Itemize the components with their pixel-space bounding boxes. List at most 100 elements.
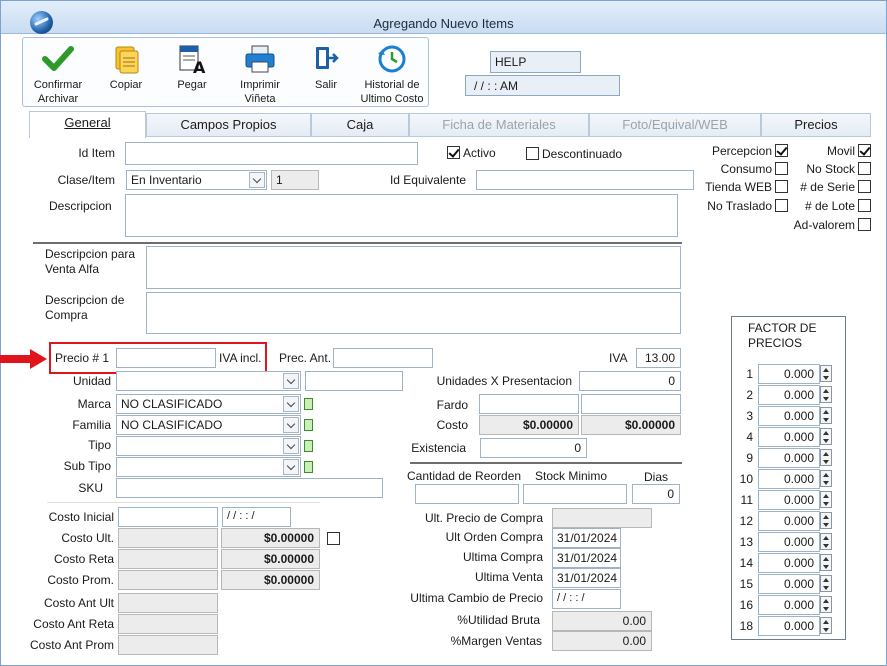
datetime-field[interactable]: / / : : AM — [465, 75, 620, 96]
spinner-arrows-icon[interactable] — [820, 449, 832, 466]
ult-orden-compra-input[interactable]: 31/01/2024 — [552, 528, 621, 548]
factor-row-input[interactable]: 0.000 — [758, 427, 820, 447]
id-equivalente-label: Id Equivalente — [389, 173, 466, 187]
iva-input[interactable]: 13.00 — [636, 348, 681, 368]
history-label: Historial de Ultimo Costo — [360, 79, 424, 105]
costo-ult-checkbox[interactable] — [327, 532, 340, 545]
factor-row-input[interactable]: 0.000 — [758, 406, 820, 426]
copy-button[interactable]: Copiar — [101, 38, 151, 106]
descontinuado-checkbox[interactable] — [526, 147, 539, 160]
factor-row-input[interactable]: 0.000 — [758, 364, 820, 384]
tienda-web-checkbox[interactable] — [775, 180, 788, 193]
chevron-down-icon[interactable] — [283, 417, 299, 433]
sku-input[interactable] — [116, 478, 383, 498]
unidad-select[interactable] — [116, 371, 301, 391]
tab-ficha-materiales[interactable]: Ficha de Materiales — [409, 113, 589, 137]
existencia-input[interactable]: 0 — [480, 438, 587, 458]
desc-venta-textarea[interactable] — [146, 246, 681, 289]
subtipo-add-icon[interactable] — [304, 461, 313, 473]
fardo-input-1[interactable] — [479, 394, 579, 414]
no-traslado-checkbox[interactable] — [775, 199, 788, 212]
chevron-down-icon[interactable] — [283, 438, 299, 454]
dias-input[interactable]: 0 — [632, 484, 680, 504]
tab-caja[interactable]: Caja — [311, 113, 409, 137]
percepcion-checkbox[interactable] — [775, 144, 788, 157]
subtipo-select[interactable] — [116, 457, 301, 477]
desc-compra-textarea[interactable] — [146, 292, 681, 334]
fardo-label: Fardo — [436, 398, 468, 412]
costo-ult-input — [118, 528, 218, 548]
spinner-arrows-icon[interactable] — [820, 512, 832, 529]
movil-checkbox[interactable] — [858, 144, 871, 157]
chevron-down-icon[interactable] — [283, 396, 299, 412]
paste-button[interactable]: A Pegar — [167, 38, 217, 106]
factor-row-input[interactable]: 0.000 — [758, 469, 820, 489]
stock-minimo-input[interactable] — [523, 484, 627, 504]
familia-add-icon[interactable] — [304, 419, 313, 431]
num-lote-checkbox[interactable] — [858, 199, 871, 212]
marca-add-icon[interactable] — [304, 398, 313, 410]
no-stock-checkbox[interactable] — [858, 162, 871, 175]
num-serie-checkbox[interactable] — [858, 180, 871, 193]
descripcion-textarea[interactable] — [125, 194, 678, 237]
ultima-compra-input[interactable]: 31/01/2024 — [552, 548, 621, 568]
tab-foto-equival-web[interactable]: Foto/Equival/WEB — [589, 113, 761, 137]
ultima-venta-input[interactable]: 31/01/2024 — [552, 568, 621, 588]
history-icon — [376, 44, 408, 74]
spinner-arrows-icon[interactable] — [820, 596, 832, 613]
costo-ant-prom-input — [118, 635, 218, 655]
cant-reorden-input[interactable] — [415, 484, 519, 504]
help-field[interactable]: HELP — [490, 51, 581, 73]
spinner-arrows-icon[interactable] — [820, 575, 832, 592]
activo-checkbox[interactable] — [447, 146, 460, 159]
tab-general[interactable]: General — [29, 111, 146, 138]
factor-row-input[interactable]: 0.000 — [758, 616, 820, 636]
spinner-arrows-icon[interactable] — [820, 386, 832, 403]
chevron-down-icon[interactable] — [283, 373, 299, 389]
spinner-arrows-icon[interactable] — [820, 407, 832, 424]
factor-row-input[interactable]: 0.000 — [758, 448, 820, 468]
factor-row-input[interactable]: 0.000 — [758, 553, 820, 573]
sku-label: SKU — [78, 481, 103, 495]
spinner-arrows-icon[interactable] — [820, 428, 832, 445]
tab-campos-propios[interactable]: Campos Propios — [146, 113, 311, 137]
spinner-arrows-icon[interactable] — [820, 491, 832, 508]
spinner-arrows-icon[interactable] — [820, 365, 832, 382]
factor-row-input[interactable]: 0.000 — [758, 385, 820, 405]
prec-ant-input[interactable] — [333, 348, 433, 368]
costo-inicial-label: Costo Inicial — [48, 510, 114, 524]
clase-item-select[interactable]: En Inventario — [126, 170, 267, 190]
exit-button[interactable]: Salir — [303, 38, 349, 106]
factor-row-input[interactable]: 0.000 — [758, 490, 820, 510]
spinner-arrows-icon[interactable] — [820, 554, 832, 571]
marca-select[interactable]: NO CLASIFICADO — [116, 394, 301, 414]
confirm-button[interactable]: Confirmar Archivar — [27, 38, 89, 106]
tipo-select[interactable] — [116, 436, 301, 456]
print-label-button[interactable]: Imprimir Viñeta — [231, 38, 289, 106]
chevron-down-icon[interactable] — [283, 459, 299, 475]
familia-select[interactable]: NO CLASIFICADO — [116, 415, 301, 435]
spinner-arrows-icon[interactable] — [820, 533, 832, 550]
factor-row-input[interactable]: 0.000 — [758, 574, 820, 594]
tipo-add-icon[interactable] — [304, 440, 313, 452]
id-equivalente-input[interactable] — [476, 170, 694, 190]
chevron-down-icon[interactable] — [249, 172, 265, 188]
factor-row-input[interactable]: 0.000 — [758, 511, 820, 531]
cost-history-button[interactable]: Historial de Ultimo Costo — [359, 38, 425, 106]
costo-inicial-date[interactable]: / / : : / — [222, 507, 291, 527]
costo-inicial-input[interactable] — [118, 507, 218, 527]
factor-row-input[interactable]: 0.000 — [758, 595, 820, 615]
id-item-input[interactable] — [125, 142, 418, 165]
fardo-input-2[interactable] — [581, 394, 681, 414]
consumo-checkbox[interactable] — [775, 162, 788, 175]
spinner-arrows-icon[interactable] — [820, 617, 832, 634]
tab-precios[interactable]: Precios — [761, 113, 871, 137]
unidades-x-pres-input[interactable]: 0 — [579, 371, 681, 391]
ad-valorem-checkbox[interactable] — [858, 218, 871, 231]
unidad-extra-input[interactable] — [305, 371, 403, 391]
factor-row-input[interactable]: 0.000 — [758, 532, 820, 552]
ultima-cambio-precio-input[interactable]: / / : : / — [552, 589, 621, 609]
utilidad-bruta-label: %Utilidad Bruta — [457, 613, 540, 627]
spinner-arrows-icon[interactable] — [820, 470, 832, 487]
precio1-input[interactable] — [116, 348, 216, 368]
